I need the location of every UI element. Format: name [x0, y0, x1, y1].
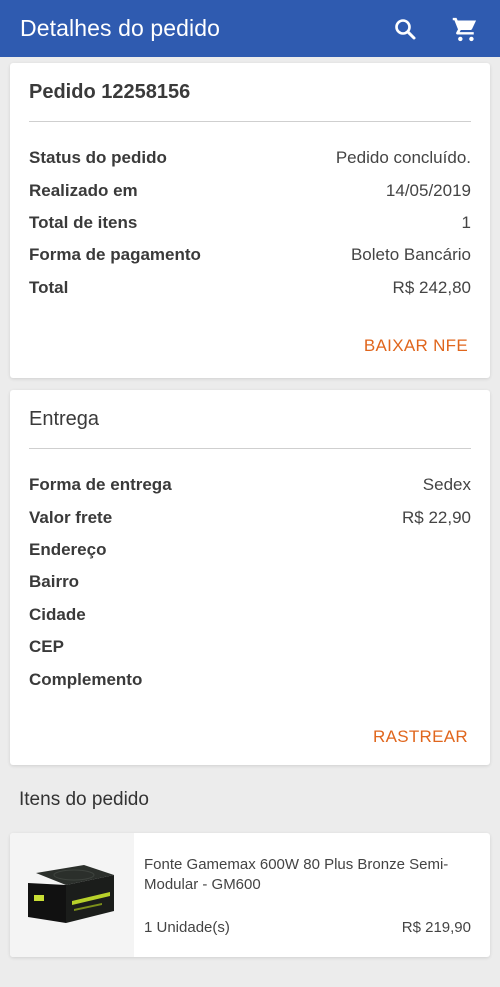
row-label: Total de itens — [29, 212, 138, 232]
order-row-item-count: Total de itens 1 — [29, 207, 471, 239]
row-label: Endereço — [29, 539, 107, 559]
delivery-card: Entrega Forma de entrega Sedex Valor fre… — [10, 390, 490, 765]
divider — [29, 448, 471, 449]
row-label: Forma de pagamento — [29, 245, 201, 265]
delivery-row-shipping-cost: Valor frete R$ 22,90 — [29, 501, 471, 533]
cart-icon[interactable] — [450, 14, 480, 44]
row-label: Realizado em — [29, 180, 138, 200]
row-label: Valor frete — [29, 507, 113, 527]
delivery-row-complement: Complemento — [29, 663, 471, 695]
order-row-status: Status do pedido Pedido concluído. — [29, 142, 471, 174]
track-button[interactable]: RASTREAR — [373, 727, 468, 747]
delivery-row-neighborhood: Bairro — [29, 566, 471, 598]
row-label: Cidade — [29, 604, 86, 624]
row-label: Bairro — [29, 572, 80, 592]
search-icon[interactable] — [390, 14, 420, 44]
divider — [29, 121, 471, 122]
item-quantity: 1 Unidade(s) — [144, 919, 230, 936]
row-value: 14/05/2019 — [385, 180, 471, 200]
delivery-row-method: Forma de entrega Sedex — [29, 469, 471, 501]
delivery-title: Entrega — [29, 408, 100, 430]
order-item[interactable]: Fonte Gamemax 600W 80 Plus Bronze Semi-M… — [10, 833, 490, 957]
row-label: Complemento — [29, 669, 143, 689]
row-value: R$ 242,80 — [392, 277, 471, 297]
row-value: Boleto Bancário — [350, 245, 471, 265]
row-label: Total — [29, 277, 69, 297]
row-value: 1 — [461, 212, 471, 232]
delivery-row-zip: CEP — [29, 631, 471, 663]
delivery-details: Forma de entrega Sedex Valor frete R$ 22… — [29, 469, 471, 696]
order-title: Pedido 12258156 — [29, 81, 191, 103]
order-row-payment: Forma de pagamento Boleto Bancário — [29, 239, 471, 271]
row-value: Pedido concluído. — [335, 148, 471, 168]
delivery-row-city: Cidade — [29, 599, 471, 631]
row-label: CEP — [29, 637, 64, 657]
order-row-total: Total R$ 242,80 — [29, 272, 471, 304]
item-info: Fonte Gamemax 600W 80 Plus Bronze Semi-M… — [134, 833, 490, 957]
order-card: Pedido 12258156 Status do pedido Pedido … — [10, 63, 490, 378]
app-bar: Detalhes do pedido — [0, 0, 500, 57]
delivery-row-address: Endereço — [29, 534, 471, 566]
row-label: Status do pedido — [29, 148, 167, 168]
download-invoice-button[interactable]: BAIXAR NFE — [364, 336, 468, 356]
item-name: Fonte Gamemax 600W 80 Plus Bronze Semi-M… — [144, 856, 449, 893]
power-supply-image — [10, 833, 134, 957]
row-value: Sedex — [422, 475, 471, 495]
page-title: Detalhes do pedido — [20, 15, 221, 41]
items-heading: Itens do pedido — [19, 789, 149, 810]
order-details: Status do pedido Pedido concluído. Reali… — [29, 142, 471, 304]
order-row-date: Realizado em 14/05/2019 — [29, 174, 471, 206]
row-value: R$ 22,90 — [402, 507, 471, 527]
row-label: Forma de entrega — [29, 475, 172, 495]
item-price: R$ 219,90 — [401, 919, 471, 936]
